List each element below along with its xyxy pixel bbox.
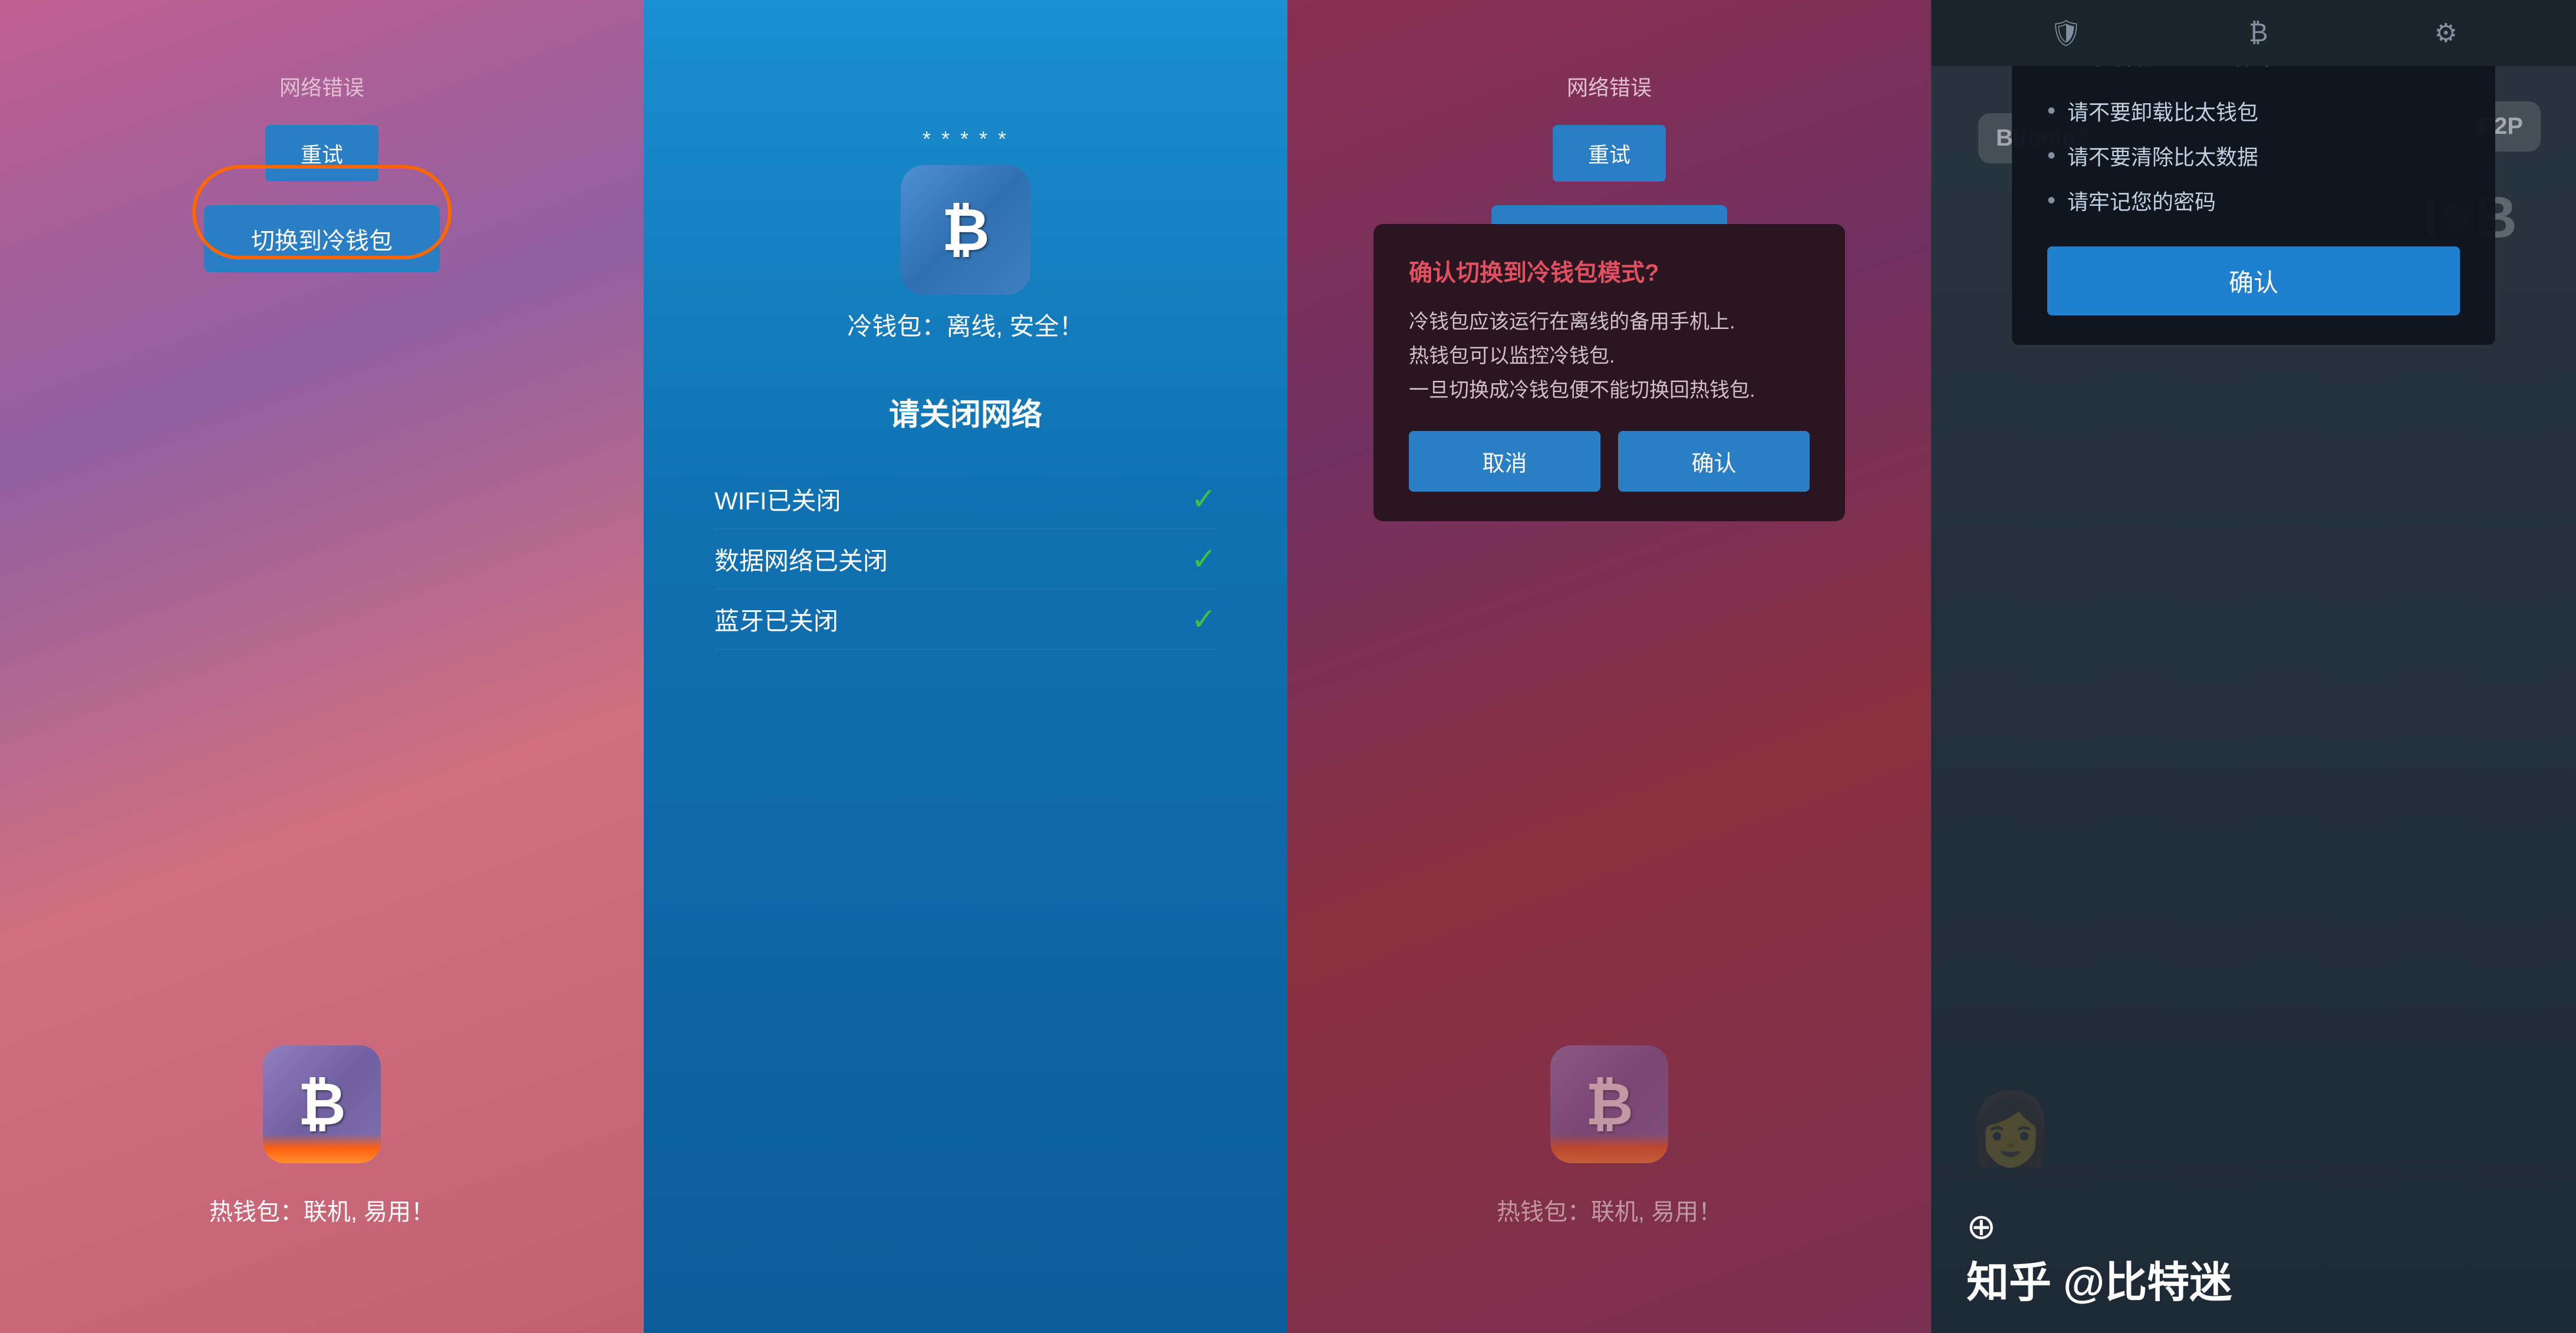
p1-top-section: 网络错误 重试 切换到冷钱包 bbox=[204, 71, 440, 272]
gear-icon: ⚙ bbox=[2435, 18, 2458, 48]
bitcoin-icon-topbar: ₿ bbox=[2249, 18, 2268, 48]
network-section-title: 请关闭网络 bbox=[714, 390, 1217, 434]
bitcoin-symbol-3: ₿ bbox=[1585, 1071, 1633, 1138]
panel-cold-wallet-intro: * * * * * ₿ 冷钱包：离线, 安全！ 请关闭网络 WIFI已关闭 ✓ … bbox=[644, 0, 1287, 1333]
wifi-check: ✓ bbox=[1191, 482, 1217, 517]
network-item-wifi: WIFI已关闭 ✓ bbox=[714, 469, 1217, 529]
protect-dialog-title: ℹ 为了保护您的比特币: bbox=[2047, 66, 2460, 71]
network-section: 请关闭网络 WIFI已关闭 ✓ 数据网络已关闭 ✓ 蓝牙已关闭 ✓ bbox=[714, 390, 1217, 650]
protect-item-2: 请不要清除比太数据 bbox=[2047, 133, 2460, 178]
bluetooth-label: 蓝牙已关闭 bbox=[714, 601, 838, 637]
dialog-line-1: 冷钱包应该运行在离线的备用手机上. bbox=[1409, 311, 1735, 333]
illustration-area: Bitcoin? P2P I♥B 👩 ℹ 为了保护您的比特币: 请不要卸载比太钱… bbox=[1931, 66, 2576, 1183]
p2-full-content: * * * * * ₿ 冷钱包：离线, 安全！ 请关闭网络 WIFI已关闭 ✓ … bbox=[679, 71, 1252, 1227]
protect-confirm-button[interactable]: 确认 bbox=[2047, 246, 2460, 315]
network-item-bluetooth: 蓝牙已关闭 ✓ bbox=[714, 590, 1217, 650]
protect-dialog-list: 请不要卸载比太钱包 请不要清除比太数据 请牢记您的密码 bbox=[2047, 88, 2460, 223]
network-error-label-3: 网络错误 bbox=[1567, 71, 1652, 101]
network-error-label-1: 网络错误 bbox=[279, 71, 364, 101]
switch-cold-button-1[interactable]: 切换到冷钱包 bbox=[204, 205, 440, 272]
wifi-label: WIFI已关闭 bbox=[714, 481, 841, 517]
hot-wallet-icon-bg-3: ₿ bbox=[1550, 1045, 1668, 1163]
p3-bottom-section: ₿ 热钱包：联机, 易用！ bbox=[1497, 1045, 1722, 1227]
data-label: 数据网络已关闭 bbox=[714, 541, 888, 577]
hot-wallet-label-3: 热钱包：联机, 易用！ bbox=[1497, 1193, 1722, 1227]
brand-label: 知乎 @比特迷 bbox=[1966, 1248, 2232, 1309]
panel-hot-wallet-error: 网络错误 重试 切换到冷钱包 ₿ 热钱包：联机, 易用！ bbox=[0, 0, 644, 1333]
bluetooth-check: ✓ bbox=[1191, 602, 1217, 637]
hot-wallet-icon: ₿ bbox=[263, 1045, 381, 1163]
retry-button-3[interactable]: 重试 bbox=[1553, 125, 1666, 182]
protect-item-3: 请牢记您的密码 bbox=[2047, 178, 2460, 223]
snow-decoration: * * * * * bbox=[895, 127, 1036, 152]
dialog-line-2: 热钱包可以监控冷钱包. bbox=[1409, 345, 1615, 367]
protect-dialog-title-text: 为了保护您的比特币: bbox=[2067, 66, 2287, 71]
dialog-cancel-button[interactable]: 取消 bbox=[1409, 431, 1600, 492]
retry-button-1[interactable]: 重试 bbox=[265, 125, 378, 182]
cold-wallet-icon: * * * * * ₿ bbox=[895, 141, 1036, 295]
protect-dialog: ℹ 为了保护您的比特币: 请不要卸载比太钱包 请不要清除比太数据 请牢记您的密码… bbox=[2012, 66, 2495, 345]
dialog-content: 冷钱包应该运行在离线的备用手机上. 热钱包可以监控冷钱包. 一旦切换成冷钱包便不… bbox=[1409, 305, 1810, 407]
protect-item-1: 请不要卸载比太钱包 bbox=[2047, 88, 2460, 133]
cold-wallet-confirm-dialog: 确认切换到冷钱包模式? 冷钱包应该运行在离线的备用手机上. 热钱包可以监控冷钱包… bbox=[1373, 224, 1845, 521]
topbar: 🛡 ₿ ⚙ bbox=[1931, 0, 2576, 66]
dialog-title: 确认切换到冷钱包模式? bbox=[1409, 254, 1810, 288]
girl-illustration: 👩 bbox=[1966, 1088, 2054, 1171]
dialog-button-row: 取消 确认 bbox=[1409, 431, 1810, 492]
dialog-confirm-button[interactable]: 确认 bbox=[1618, 431, 1810, 492]
network-item-data: 数据网络已关闭 ✓ bbox=[714, 529, 1217, 590]
cold-wallet-label: 冷钱包：离线, 安全！ bbox=[847, 307, 1083, 343]
p4-content-wrapper: Bitcoin? P2P I♥B 👩 ℹ 为了保护您的比特币: 请不要卸载比太钱… bbox=[1931, 66, 2576, 1333]
panel-protect-bitcoin: 🛡 ₿ ⚙ Bitcoin? P2P I♥B 👩 ℹ 为了保护您的比特币: 请不… bbox=[1931, 0, 2576, 1333]
panel-confirm-cold-mode: 网络错误 重试 切换到冷钱包 确认切换到冷钱包模式? 冷钱包应该运行在离线的备用… bbox=[1287, 0, 1931, 1333]
shield-icon: 🛡 bbox=[2050, 18, 2083, 48]
hot-wallet-icon-bg: ₿ bbox=[263, 1045, 381, 1163]
dialog-line-3: 一旦切换成冷钱包便不能切换回热钱包. bbox=[1409, 379, 1755, 401]
data-check: ✓ bbox=[1191, 542, 1217, 577]
bitcoin-symbol-2: ₿ bbox=[941, 196, 990, 264]
p4-brand-section: ⊕ 知乎 @比特迷 bbox=[1931, 1183, 2576, 1333]
add-icon: ⊕ bbox=[1966, 1206, 1996, 1248]
cold-wallet-icon-box: ₿ bbox=[901, 165, 1030, 295]
hot-wallet-icon-3: ₿ bbox=[1550, 1045, 1668, 1163]
hot-wallet-label: 热钱包：联机, 易用！ bbox=[209, 1193, 434, 1227]
info-icon: ℹ bbox=[2047, 66, 2057, 69]
p1-bottom-section: ₿ 热钱包：联机, 易用！ bbox=[209, 1045, 434, 1227]
bitcoin-symbol-1: ₿ bbox=[298, 1071, 346, 1138]
